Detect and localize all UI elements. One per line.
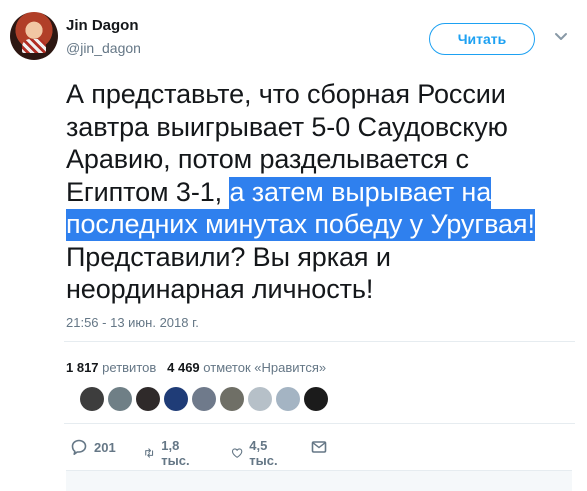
author-handle[interactable]: @jin_dagon	[66, 40, 141, 56]
avatar-pattern-avatar[interactable]	[220, 387, 244, 411]
follow-button[interactable]: Читать	[429, 23, 535, 55]
retweet-count-action: 1,8 тыс.	[161, 438, 190, 468]
tweet-line-1: А представьте, что сборная России	[66, 79, 506, 109]
tweet-line-6: Представили? Вы яркая и	[66, 241, 391, 272]
selected-text-1: а затем вырывает на	[229, 176, 492, 209]
tweet-line-5: последних минутах победу у Уругвая!	[66, 208, 566, 241]
message-button[interactable]	[310, 438, 328, 456]
author-avatar[interactable]	[10, 12, 58, 60]
avatar-person-avatar[interactable]	[80, 387, 104, 411]
tweet-stats: 1 817 ретвитов 4 469 отметок «Нравится»	[66, 360, 326, 375]
like-label[interactable]: отметок «Нравится»	[203, 360, 326, 375]
envelope-icon	[311, 441, 327, 453]
retweet-button[interactable]: 1,8 тыс.	[143, 438, 195, 468]
like-button[interactable]: 4,5 тыс.	[231, 438, 283, 468]
selected-text-2: последних минутах победу у Уругвая!	[66, 209, 535, 241]
reply-button[interactable]: 201	[70, 438, 116, 456]
divider-top	[64, 341, 575, 342]
tweet-line-2: завтра выигрывает 5-0 Саудовскую	[66, 111, 508, 142]
tweet-line-3: Аравию, потом разделывается с	[66, 144, 469, 174]
follow-button-label: Читать	[457, 31, 507, 47]
tweet-line-4: Египтом 3-1, а затем вырывает на	[66, 176, 566, 209]
reply-box[interactable]	[66, 470, 572, 491]
retweet-icon	[145, 448, 154, 458]
avatar-black-avatar[interactable]	[304, 387, 328, 411]
avatar-moon-avatar[interactable]	[276, 387, 300, 411]
chevron-down-icon[interactable]	[552, 27, 570, 45]
tweet-text: А представьте, что сборная России завтра…	[66, 78, 566, 306]
heart-icon	[231, 448, 243, 458]
avatar-cars-avatar[interactable]	[108, 387, 132, 411]
avatar-glasses-avatar[interactable]	[136, 387, 160, 411]
tweet-line-4-text: Египтом 3-1,	[66, 176, 230, 207]
retweet-label[interactable]: ретвитов	[102, 360, 156, 375]
reply-icon	[71, 439, 87, 455]
tweet-line-7: неординарная личность!	[66, 274, 374, 304]
divider-bottom	[64, 423, 575, 424]
reply-count: 201	[94, 439, 116, 455]
retweet-count[interactable]: 1 817	[66, 360, 99, 375]
avatar-default-avatar[interactable]	[248, 387, 272, 411]
author-name[interactable]: Jin Dagon	[66, 17, 139, 34]
avatar-sky-avatar[interactable]	[192, 387, 216, 411]
tweet-timestamp[interactable]: 21:56 - 13 июн. 2018 г.	[66, 315, 199, 330]
like-count-action: 4,5 тыс.	[249, 438, 278, 468]
like-count[interactable]: 4 469	[167, 360, 200, 375]
avatar-blue-avatar[interactable]	[164, 387, 188, 411]
